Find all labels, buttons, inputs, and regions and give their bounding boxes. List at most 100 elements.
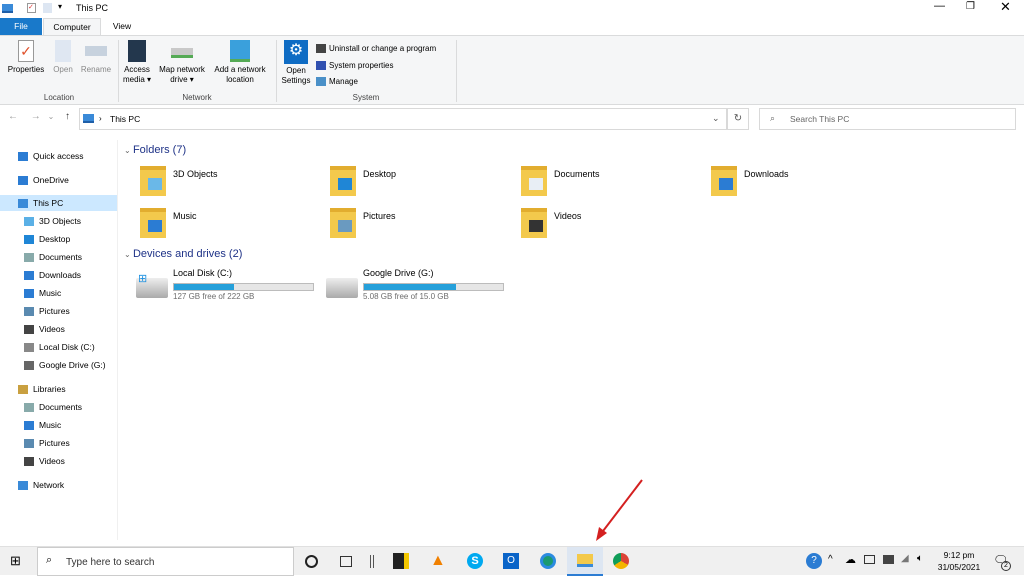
search-input[interactable]: Search This PC bbox=[790, 114, 849, 124]
back-button[interactable]: ← bbox=[8, 111, 18, 122]
nav-item-videos[interactable]: Videos bbox=[0, 453, 117, 469]
rename-icon bbox=[85, 46, 107, 56]
taskbar: ⊞ ⌕ Type here to search ▲ S O ? ^ ☁ ◢ 🔈︎… bbox=[0, 546, 1024, 576]
nav-item-pictures[interactable]: Pictures bbox=[0, 435, 117, 451]
chrome-icon[interactable] bbox=[613, 553, 629, 569]
nav-item-documents[interactable]: Documents bbox=[0, 249, 117, 265]
wifi-icon[interactable]: ◢ bbox=[901, 553, 909, 564]
uninstall-program-button[interactable]: Uninstall or change a program bbox=[316, 41, 436, 58]
open-settings-button[interactable]: ⚙ Open Settings bbox=[278, 40, 314, 86]
drive-0[interactable]: ⊞ Local Disk (C:) 127 GB free of 222 GB bbox=[136, 268, 330, 304]
nav-item-network[interactable]: Network bbox=[0, 477, 117, 493]
nav-item-label: Videos bbox=[39, 324, 65, 334]
taskbar-search-input[interactable]: Type here to search bbox=[66, 557, 154, 568]
up-button[interactable]: ↑ bbox=[65, 111, 70, 122]
taskbar-app-icon[interactable] bbox=[370, 555, 374, 568]
search-box[interactable]: ⌕ Search This PC bbox=[759, 108, 1016, 130]
clock[interactable]: 9:12 pm 31/05/2021 bbox=[934, 549, 984, 573]
map-drive-icon bbox=[171, 48, 193, 58]
show-hidden-icons-button[interactable]: ^ bbox=[828, 554, 833, 565]
properties-qat-icon[interactable]: ✓ bbox=[27, 3, 36, 13]
folder-name: Videos bbox=[554, 211, 582, 221]
pane-divider[interactable] bbox=[117, 140, 118, 540]
nav-item-desktop[interactable]: Desktop bbox=[0, 231, 117, 247]
folder-3d-objects[interactable]: 3D Objects bbox=[140, 166, 320, 202]
folder-pictures[interactable]: Pictures bbox=[330, 208, 510, 244]
refresh-button[interactable]: ↻ bbox=[727, 108, 749, 130]
tab-computer[interactable]: Computer bbox=[43, 18, 101, 35]
onedrive-tray-icon[interactable]: ☁ bbox=[845, 553, 856, 566]
ribbon: ✓ Properties Open Rename Location Access … bbox=[0, 35, 1024, 105]
tab-view[interactable]: View bbox=[103, 18, 141, 35]
vlc-icon[interactable]: ▲ bbox=[430, 553, 446, 569]
map-network-drive-button[interactable]: Map network drive ▾ bbox=[155, 40, 209, 85]
tray-app-icon[interactable] bbox=[864, 555, 875, 564]
minimize-button[interactable]: — bbox=[934, 0, 945, 12]
folder-name: Desktop bbox=[363, 169, 397, 179]
start-windows-icon[interactable]: ⊞ bbox=[10, 554, 21, 567]
forward-button[interactable]: → bbox=[31, 111, 41, 122]
folder-icon bbox=[330, 208, 356, 238]
nav-item-music[interactable]: Music bbox=[0, 285, 117, 301]
drive-free-space: 5.08 GB free of 15.0 GB bbox=[363, 292, 449, 301]
task-view-icon[interactable] bbox=[340, 556, 352, 567]
open-icon bbox=[55, 40, 71, 62]
open-button[interactable]: Open bbox=[49, 40, 77, 75]
folder-documents[interactable]: Documents bbox=[521, 166, 701, 202]
folder-desktop[interactable]: Desktop bbox=[330, 166, 510, 202]
folders-section-header[interactable]: ⌄ Folders (7) bbox=[124, 144, 186, 156]
rename-button[interactable]: Rename bbox=[78, 40, 114, 75]
button-label: Rename bbox=[80, 65, 112, 74]
address-dropdown-icon[interactable]: ⌄ bbox=[712, 113, 720, 124]
new-folder-qat-icon[interactable] bbox=[43, 3, 52, 13]
close-button[interactable]: ✕ bbox=[1000, 0, 1011, 15]
help-icon[interactable]: ? bbox=[806, 553, 822, 569]
nav-item-3d-objects[interactable]: 3D Objects bbox=[0, 213, 117, 229]
folder-icon bbox=[24, 307, 34, 317]
nav-item-pictures[interactable]: Pictures bbox=[0, 303, 117, 319]
breadcrumb-this-pc[interactable]: This PC bbox=[110, 114, 140, 124]
skype-icon[interactable]: S bbox=[467, 553, 483, 569]
nav-item-this-pc[interactable]: This PC bbox=[0, 195, 117, 211]
nav-item-videos[interactable]: Videos bbox=[0, 321, 117, 337]
edge-icon[interactable] bbox=[540, 553, 556, 569]
qat-dropdown-icon[interactable]: ▾ bbox=[58, 2, 62, 11]
folder-videos[interactable]: Videos bbox=[521, 208, 701, 244]
nav-item-onedrive[interactable]: OneDrive bbox=[0, 172, 117, 188]
volume-icon[interactable]: 🔈︎ bbox=[917, 553, 923, 564]
address-bar[interactable]: › This PC ⌄ bbox=[79, 108, 727, 130]
add-network-location-button[interactable]: Add a network location bbox=[210, 40, 270, 85]
tab-file[interactable]: File bbox=[0, 18, 42, 35]
restore-button[interactable]: ❐ bbox=[966, 1, 975, 12]
nav-item-music[interactable]: Music bbox=[0, 417, 117, 433]
folder-downloads[interactable]: Downloads bbox=[711, 166, 891, 202]
file-explorer-icon bbox=[577, 554, 593, 567]
cortana-icon[interactable] bbox=[305, 555, 318, 568]
drives-section-header[interactable]: ⌄ Devices and drives (2) bbox=[124, 248, 242, 260]
recent-dropdown[interactable]: ⌄ bbox=[48, 112, 55, 121]
nav-item-documents[interactable]: Documents bbox=[0, 399, 117, 415]
nav-item-downloads[interactable]: Downloads bbox=[0, 267, 117, 283]
sticky-notes-icon[interactable] bbox=[393, 553, 409, 569]
manage-button[interactable]: Manage bbox=[316, 74, 436, 91]
nav-buttons: ← → ⌄ ↑ bbox=[8, 111, 70, 133]
battery-icon[interactable] bbox=[883, 555, 894, 564]
taskbar-search-box[interactable]: ⌕ Type here to search bbox=[37, 547, 294, 576]
folder-icon bbox=[24, 325, 34, 335]
folder-icon bbox=[24, 253, 34, 263]
file-explorer-taskbar-button[interactable] bbox=[567, 547, 603, 576]
nav-item-local-disk-c[interactable]: Local Disk (C:) bbox=[0, 339, 117, 355]
access-media-button[interactable]: Access media ▾ bbox=[120, 40, 154, 85]
nav-item-libraries[interactable]: Libraries bbox=[0, 381, 117, 397]
outlook-icon[interactable]: O bbox=[503, 553, 519, 569]
nav-item-quick-access[interactable]: Quick access bbox=[0, 148, 117, 164]
drive-1[interactable]: Google Drive (G:) 5.08 GB free of 15.0 GB bbox=[326, 268, 520, 304]
folder-music[interactable]: Music bbox=[140, 208, 320, 244]
nav-item-google-drive-g[interactable]: Google Drive (G:) bbox=[0, 357, 117, 373]
properties-button[interactable]: ✓ Properties bbox=[4, 40, 48, 75]
folder-icon bbox=[24, 217, 34, 227]
command-label: Manage bbox=[329, 77, 358, 86]
folder-icon bbox=[24, 361, 34, 371]
folder-name: Downloads bbox=[744, 169, 789, 179]
system-properties-button[interactable]: System properties bbox=[316, 58, 436, 75]
